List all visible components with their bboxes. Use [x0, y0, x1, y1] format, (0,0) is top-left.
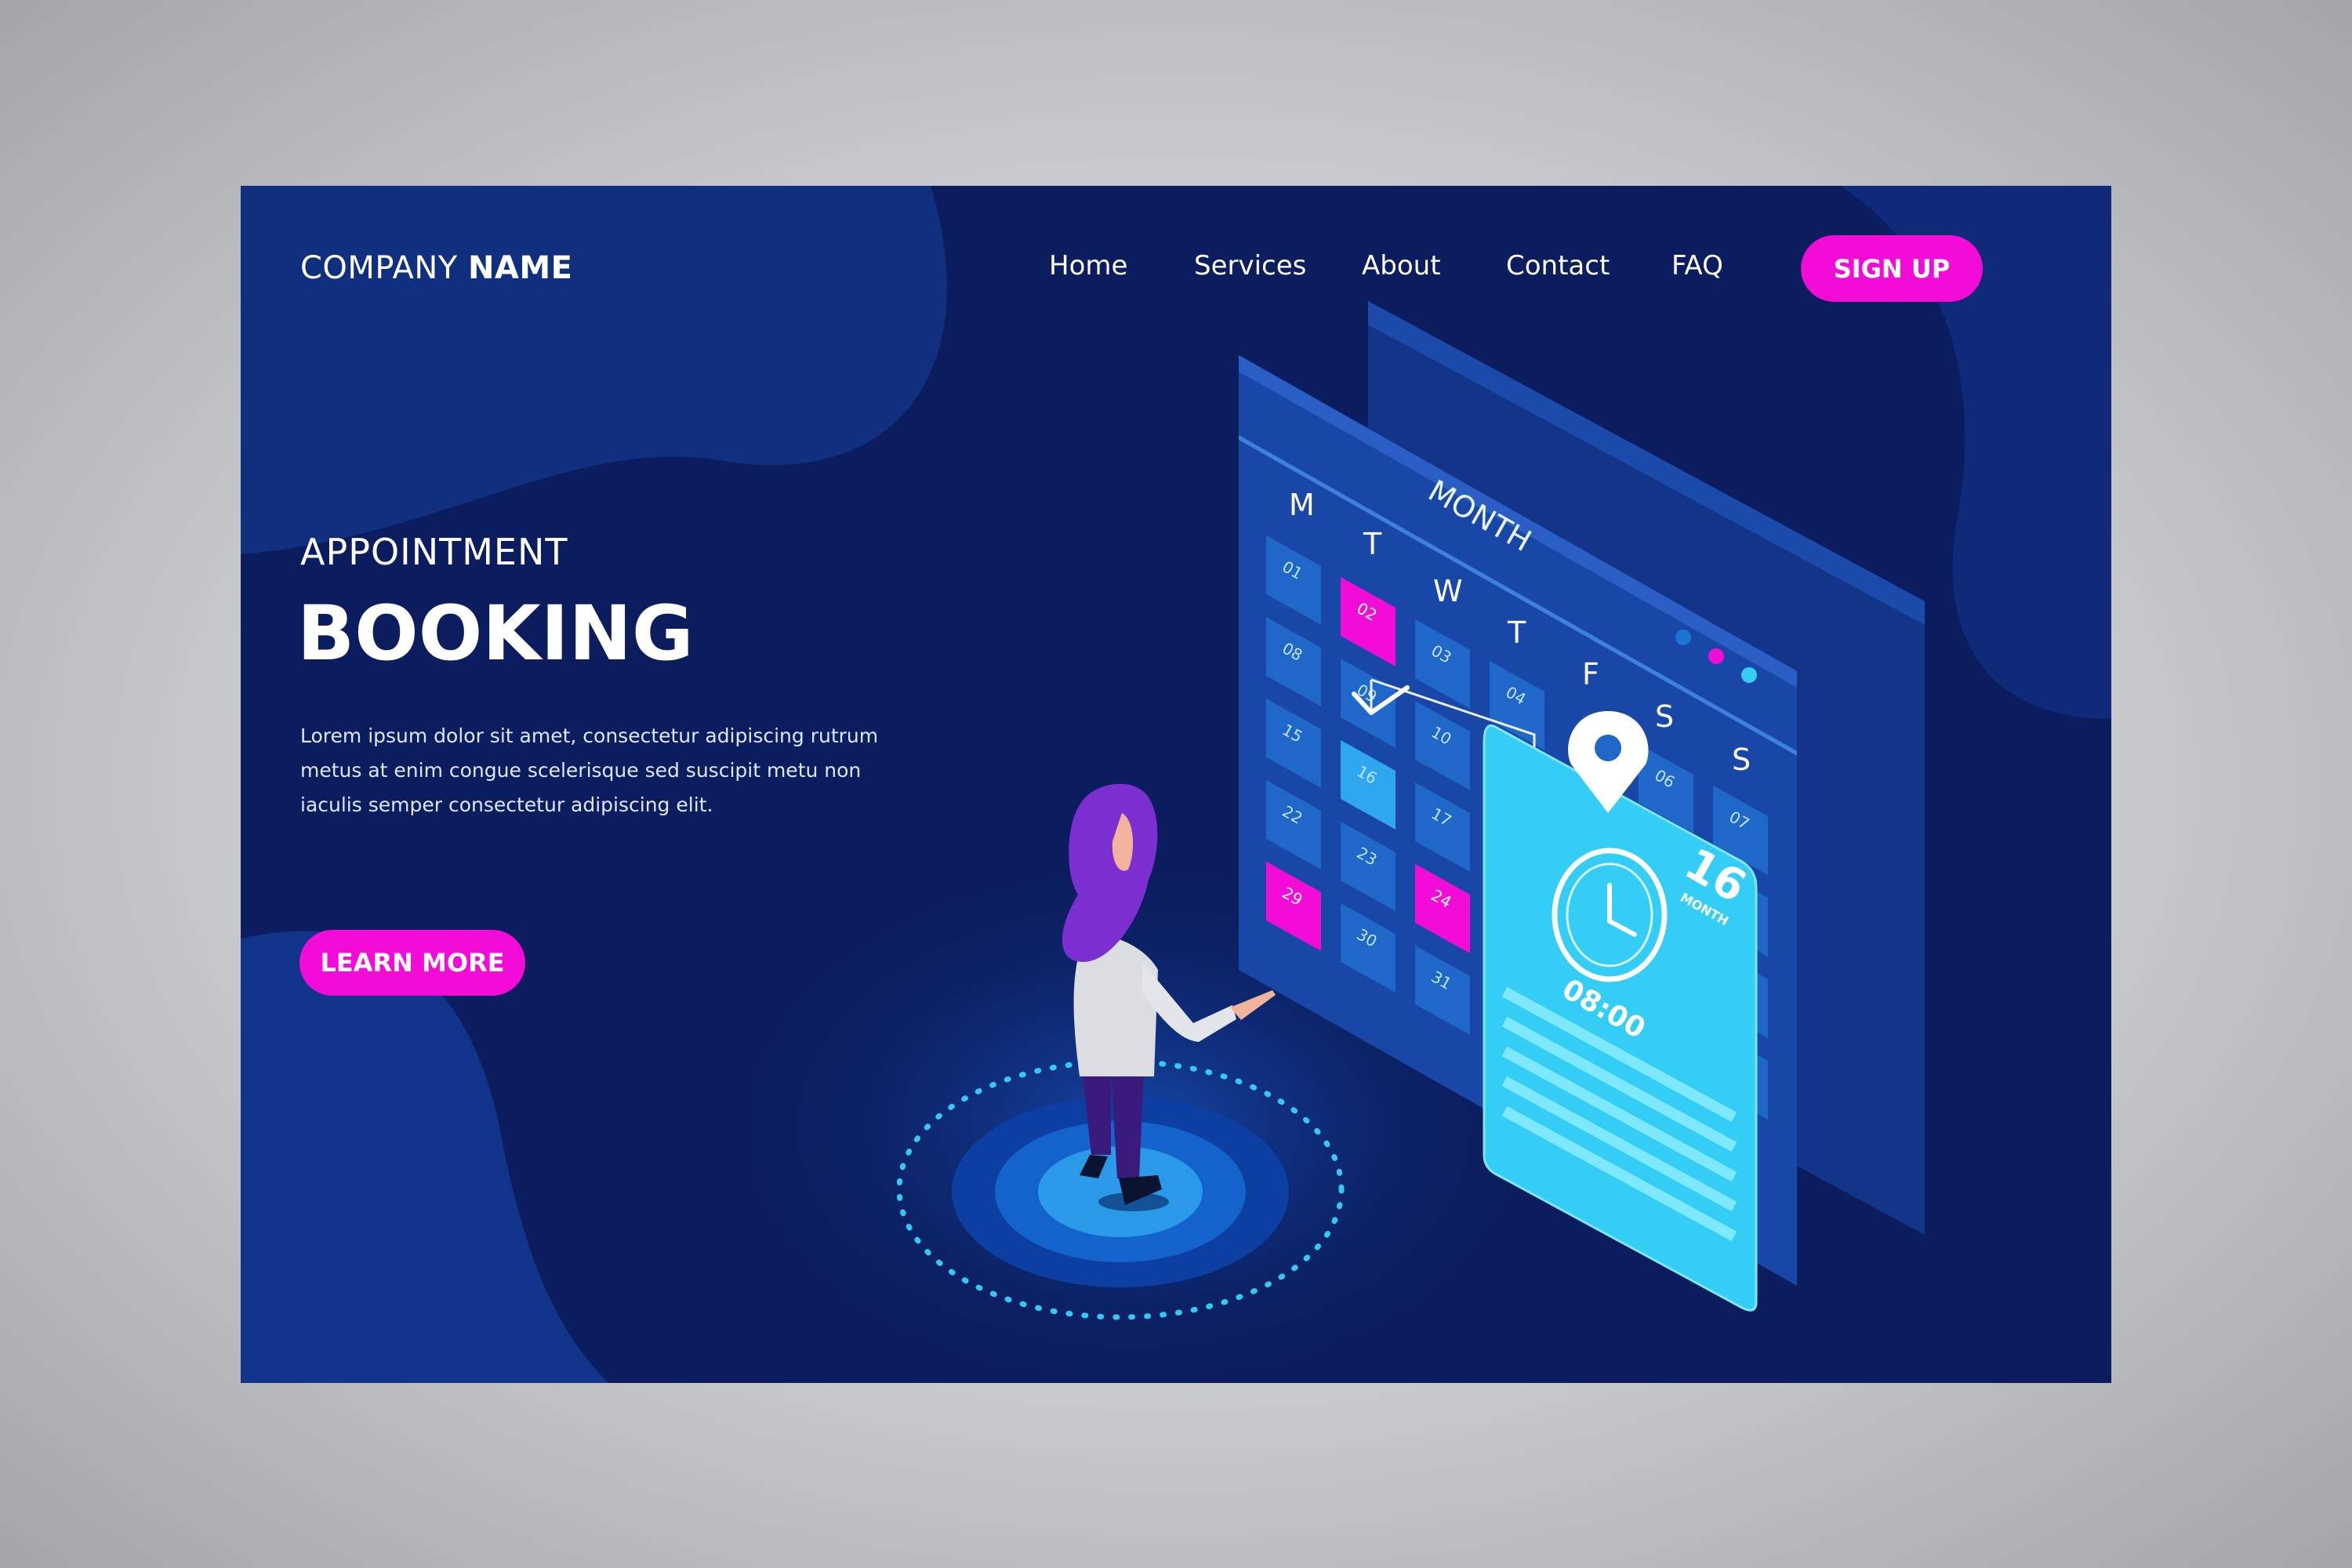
window-dot — [1675, 630, 1691, 645]
window-dot — [1708, 648, 1724, 664]
weekday-tue: T — [1363, 527, 1382, 561]
landing-page: COMPANY NAME Home Services About Contact… — [241, 186, 2111, 1383]
weekday-sun: S — [1732, 742, 1751, 777]
booking-illustration: MONTH M T W T F S S 01 02 03 04 06 07 08… — [896, 301, 1925, 1320]
weekday-thu: T — [1507, 615, 1526, 650]
window-dot — [1741, 667, 1757, 683]
weekday-fri: F — [1582, 657, 1599, 691]
weekday-wed: W — [1433, 574, 1463, 608]
weekday-sat: S — [1655, 699, 1674, 734]
weekday-mon: M — [1289, 488, 1315, 522]
